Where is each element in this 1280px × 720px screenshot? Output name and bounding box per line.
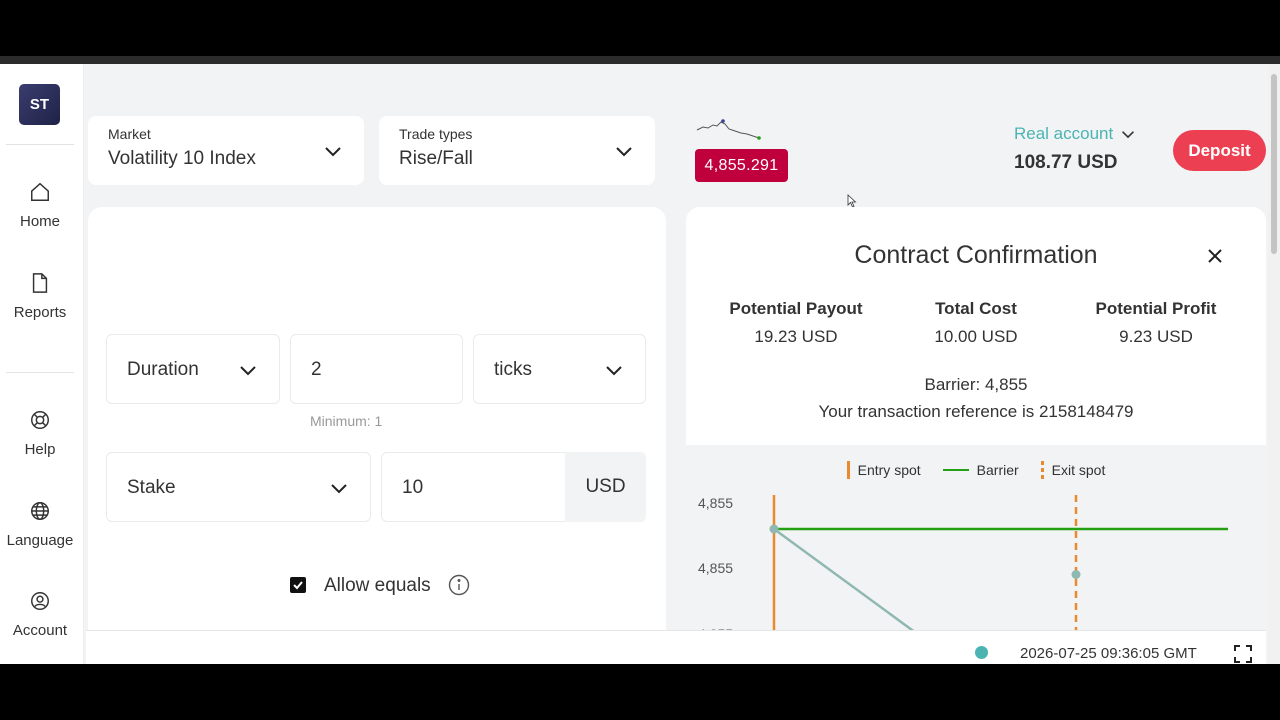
allow-equals-label: Allow equals xyxy=(324,575,431,596)
trade-params-panel: Duration 2 ticks Minimum: 1 Stake 10 USD… xyxy=(88,207,666,664)
stat-value: 19.23 USD xyxy=(754,327,838,346)
sidebar-item-label: Help xyxy=(24,441,56,458)
account-balance: 108.77 USD xyxy=(1014,152,1118,173)
trade-type-selector[interactable]: Trade types Rise/Fall xyxy=(379,116,655,185)
sidebar-item-account[interactable]: Account xyxy=(0,590,80,660)
account-switcher[interactable]: Real account xyxy=(1014,124,1135,144)
sidebar-item-reports[interactable]: Reports xyxy=(0,272,80,342)
duration-minimum-hint: Minimum: 1 xyxy=(310,413,383,429)
lifebuoy-icon xyxy=(31,411,49,429)
document-icon xyxy=(32,273,48,293)
user-circle-icon xyxy=(31,592,49,610)
stat-value: 10.00 USD xyxy=(934,327,1018,346)
transaction-reference: Your transaction reference is 2158148479 xyxy=(818,402,1134,421)
sidebar: ST Home Reports Help Language Account xyxy=(0,64,84,664)
chevron-down-icon xyxy=(1122,131,1135,139)
sidebar-item-label: Account xyxy=(12,622,68,639)
chevron-down-icon xyxy=(616,147,632,157)
close-icon[interactable] xyxy=(1206,247,1224,265)
current-price-badge: 4,855.291 xyxy=(695,149,788,182)
checkmark-icon xyxy=(293,581,303,590)
stat-label: Potential Payout xyxy=(729,299,863,318)
stat-label: Potential Profit xyxy=(1095,299,1217,318)
data-point xyxy=(1071,570,1081,579)
duration-mode-select[interactable]: Duration xyxy=(106,334,280,404)
status-footer: 2026-07-25 09:36:05 GMT xyxy=(86,630,1266,664)
stake-mode-value: Stake xyxy=(127,477,176,498)
duration-mode-value: Duration xyxy=(127,359,199,380)
chevron-down-icon xyxy=(240,366,256,376)
stat-total-cost: Total Cost 10.00 USD xyxy=(881,299,1071,347)
duration-value: 2 xyxy=(311,359,322,380)
market-label: Market xyxy=(108,126,151,142)
duration-input[interactable]: 2 xyxy=(290,334,463,404)
stake-currency: USD xyxy=(565,452,646,522)
server-time: 2026-07-25 09:36:05 GMT xyxy=(1020,645,1197,662)
fullscreen-icon[interactable] xyxy=(1233,644,1253,664)
sidebar-item-label: Reports xyxy=(13,304,67,321)
allow-equals-checkbox[interactable] xyxy=(290,577,306,593)
stat-potential-profit: Potential Profit 9.23 USD xyxy=(1061,299,1251,347)
barrier-text: Barrier: 4,855 xyxy=(924,375,1028,394)
browser-strip xyxy=(0,56,1280,64)
connection-status-dot xyxy=(975,646,988,659)
trade-type-value: Rise/Fall xyxy=(399,148,473,169)
stake-value: 10 xyxy=(402,477,424,498)
scrollbar-thumb[interactable] xyxy=(1271,74,1277,254)
contract-title: Contract Confirmation xyxy=(854,241,1098,269)
trade-type-label: Trade types xyxy=(399,126,473,142)
sidebar-item-label: Home xyxy=(19,213,60,230)
sidebar-item-label: Language xyxy=(6,532,74,549)
sidebar-item-help[interactable]: Help xyxy=(0,409,80,479)
market-value: Volatility 10 Index xyxy=(108,148,256,169)
account-type-label: Real account xyxy=(1014,124,1114,143)
chevron-down-icon xyxy=(325,147,341,157)
data-point xyxy=(769,524,779,534)
sidebar-divider xyxy=(6,144,74,145)
sidebar-item-language[interactable]: Language xyxy=(0,500,80,570)
duration-unit-value: ticks xyxy=(494,359,532,380)
sidebar-item-home[interactable]: Home xyxy=(0,181,80,251)
home-icon xyxy=(31,182,49,201)
stake-mode-select[interactable]: Stake xyxy=(106,452,371,522)
stat-value: 9.23 USD xyxy=(1119,327,1193,346)
contract-confirmation-panel: Contract Confirmation Potential Payout 1… xyxy=(686,207,1266,664)
stat-potential-payout: Potential Payout 19.23 USD xyxy=(701,299,891,347)
screen-bottom-bar xyxy=(0,664,1280,720)
chevron-down-icon xyxy=(331,484,347,494)
sidebar-divider xyxy=(6,372,74,373)
deposit-button[interactable]: Deposit xyxy=(1173,130,1266,171)
info-icon[interactable] xyxy=(448,574,470,596)
globe-icon xyxy=(31,502,49,520)
app-window: ST Home Reports Help Language Account Ma… xyxy=(0,64,1280,664)
app-logo[interactable]: ST xyxy=(19,84,60,125)
duration-unit-select[interactable]: ticks xyxy=(473,334,646,404)
mouse-cursor-icon xyxy=(847,194,857,208)
price-sparkline xyxy=(696,119,761,140)
page-scrollbar[interactable] xyxy=(1268,64,1280,664)
market-selector[interactable]: Market Volatility 10 Index xyxy=(88,116,364,185)
screen-top-bar xyxy=(0,0,1280,56)
stat-label: Total Cost xyxy=(935,299,1017,318)
price-series-line xyxy=(773,527,926,641)
chevron-down-icon xyxy=(606,366,622,376)
